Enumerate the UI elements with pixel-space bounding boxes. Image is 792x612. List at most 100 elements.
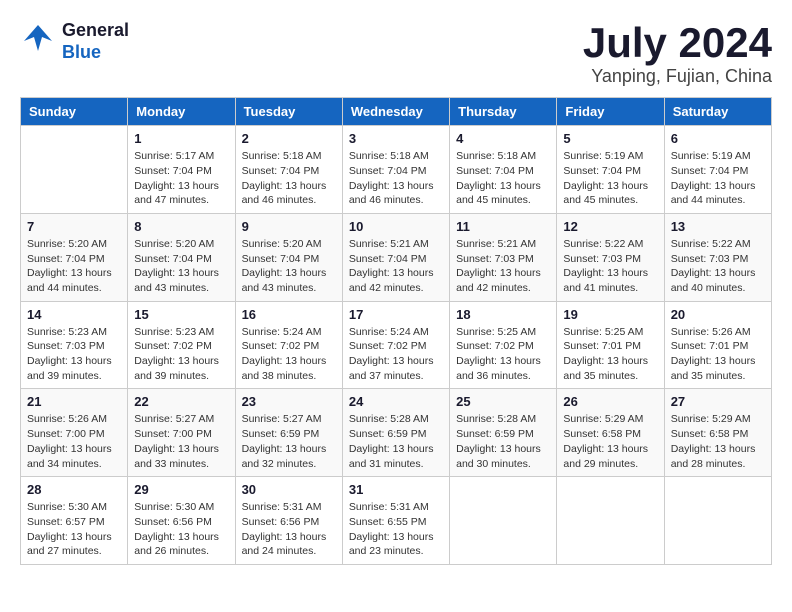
day-number: 27 — [671, 394, 765, 409]
location-title: Yanping, Fujian, China — [583, 66, 772, 87]
day-number: 6 — [671, 131, 765, 146]
day-cell: 9 Sunrise: 5:20 AM Sunset: 7:04 PM Daylig… — [235, 213, 342, 301]
day-info: Sunrise: 5:22 AM Sunset: 7:03 PM Dayligh… — [671, 237, 765, 296]
day-cell: 17 Sunrise: 5:24 AM Sunset: 7:02 PM Dayli… — [342, 301, 449, 389]
day-info: Sunrise: 5:27 AM Sunset: 7:00 PM Dayligh… — [134, 412, 228, 471]
week-row-2: 7 Sunrise: 5:20 AM Sunset: 7:04 PM Daylig… — [21, 213, 772, 301]
day-number: 25 — [456, 394, 550, 409]
day-cell: 11 Sunrise: 5:21 AM Sunset: 7:03 PM Dayli… — [450, 213, 557, 301]
day-number: 7 — [27, 219, 121, 234]
logo-text: General Blue — [62, 20, 129, 63]
day-cell: 27 Sunrise: 5:29 AM Sunset: 6:58 PM Dayli… — [664, 389, 771, 477]
day-number: 22 — [134, 394, 228, 409]
day-cell: 10 Sunrise: 5:21 AM Sunset: 7:04 PM Dayli… — [342, 213, 449, 301]
day-cell: 28Sunrise: 5:30 AM Sunset: 6:57 PM Dayli… — [21, 477, 128, 565]
day-number: 18 — [456, 307, 550, 322]
week-row-4: 21 Sunrise: 5:26 AM Sunset: 7:00 PM Dayli… — [21, 389, 772, 477]
day-info: Sunrise: 5:26 AM Sunset: 7:00 PM Dayligh… — [27, 412, 121, 471]
day-info: Sunrise: 5:27 AM Sunset: 6:59 PM Dayligh… — [242, 412, 336, 471]
day-cell: 22 Sunrise: 5:27 AM Sunset: 7:00 PM Dayli… — [128, 389, 235, 477]
day-info: Sunrise: 5:18 AM Sunset: 7:04 PM Dayligh… — [349, 149, 443, 208]
day-cell: 12 Sunrise: 5:22 AM Sunset: 7:03 PM Dayli… — [557, 213, 664, 301]
day-info: Sunrise: 5:23 AM Sunset: 7:03 PM Dayligh… — [27, 325, 121, 384]
day-number: 9 — [242, 219, 336, 234]
day-cell: 1 Sunrise: 5:17 AM Sunset: 7:04 PM Daylig… — [128, 126, 235, 214]
week-row-3: 14 Sunrise: 5:23 AM Sunset: 7:03 PM Dayli… — [21, 301, 772, 389]
week-row-5: 28Sunrise: 5:30 AM Sunset: 6:57 PM Dayli… — [21, 477, 772, 565]
day-cell: 4Sunrise: 5:18 AM Sunset: 7:04 PM Daylig… — [450, 126, 557, 214]
day-number: 29 — [134, 482, 228, 497]
day-cell: 23 Sunrise: 5:27 AM Sunset: 6:59 PM Dayli… — [235, 389, 342, 477]
day-number: 21 — [27, 394, 121, 409]
day-info: Sunrise: 5:28 AM Sunset: 6:59 PM Dayligh… — [349, 412, 443, 471]
day-number: 24 — [349, 394, 443, 409]
day-cell: 8Sunrise: 5:20 AM Sunset: 7:04 PM Daylig… — [128, 213, 235, 301]
day-cell: 6 Sunrise: 5:19 AM Sunset: 7:04 PM Daylig… — [664, 126, 771, 214]
day-cell: 3 Sunrise: 5:18 AM Sunset: 7:04 PM Daylig… — [342, 126, 449, 214]
day-info: Sunrise: 5:18 AM Sunset: 7:04 PM Dayligh… — [242, 149, 336, 208]
day-info: Sunrise: 5:29 AM Sunset: 6:58 PM Dayligh… — [671, 412, 765, 471]
day-number: 1 — [134, 131, 228, 146]
day-info: Sunrise: 5:24 AM Sunset: 7:02 PM Dayligh… — [349, 325, 443, 384]
day-number: 3 — [349, 131, 443, 146]
header-cell-friday: Friday — [557, 98, 664, 126]
logo-general: General — [62, 20, 129, 42]
day-cell: 16 Sunrise: 5:24 AM Sunset: 7:02 PM Dayli… — [235, 301, 342, 389]
day-number: 23 — [242, 394, 336, 409]
day-cell — [557, 477, 664, 565]
day-cell: 21 Sunrise: 5:26 AM Sunset: 7:00 PM Dayli… — [21, 389, 128, 477]
day-number: 14 — [27, 307, 121, 322]
day-number: 4 — [456, 131, 550, 146]
day-info: Sunrise: 5:19 AM Sunset: 7:04 PM Dayligh… — [563, 149, 657, 208]
day-cell: 25Sunrise: 5:28 AM Sunset: 6:59 PM Dayli… — [450, 389, 557, 477]
day-number: 17 — [349, 307, 443, 322]
header-cell-thursday: Thursday — [450, 98, 557, 126]
day-info: Sunrise: 5:19 AM Sunset: 7:04 PM Dayligh… — [671, 149, 765, 208]
header-cell-saturday: Saturday — [664, 98, 771, 126]
day-info: Sunrise: 5:23 AM Sunset: 7:02 PM Dayligh… — [134, 325, 228, 384]
day-info: Sunrise: 5:25 AM Sunset: 7:01 PM Dayligh… — [563, 325, 657, 384]
day-info: Sunrise: 5:17 AM Sunset: 7:04 PM Dayligh… — [134, 149, 228, 208]
header-cell-monday: Monday — [128, 98, 235, 126]
day-cell: 18 Sunrise: 5:25 AM Sunset: 7:02 PM Dayli… — [450, 301, 557, 389]
day-number: 16 — [242, 307, 336, 322]
header-cell-sunday: Sunday — [21, 98, 128, 126]
day-info: Sunrise: 5:21 AM Sunset: 7:04 PM Dayligh… — [349, 237, 443, 296]
day-info: Sunrise: 5:22 AM Sunset: 7:03 PM Dayligh… — [563, 237, 657, 296]
header-cell-wednesday: Wednesday — [342, 98, 449, 126]
day-info: Sunrise: 5:20 AM Sunset: 7:04 PM Dayligh… — [242, 237, 336, 296]
day-info: Sunrise: 5:20 AM Sunset: 7:04 PM Dayligh… — [27, 237, 121, 296]
logo: General Blue — [20, 20, 129, 63]
day-info: Sunrise: 5:21 AM Sunset: 7:03 PM Dayligh… — [456, 237, 550, 296]
week-row-1: 1 Sunrise: 5:17 AM Sunset: 7:04 PM Daylig… — [21, 126, 772, 214]
day-info: Sunrise: 5:25 AM Sunset: 7:02 PM Dayligh… — [456, 325, 550, 384]
day-cell: 5 Sunrise: 5:19 AM Sunset: 7:04 PM Daylig… — [557, 126, 664, 214]
day-info: Sunrise: 5:29 AM Sunset: 6:58 PM Dayligh… — [563, 412, 657, 471]
day-number: 26 — [563, 394, 657, 409]
day-cell: 19 Sunrise: 5:25 AM Sunset: 7:01 PM Dayli… — [557, 301, 664, 389]
day-number: 30 — [242, 482, 336, 497]
day-cell: 7 Sunrise: 5:20 AM Sunset: 7:04 PM Daylig… — [21, 213, 128, 301]
day-cell: 13Sunrise: 5:22 AM Sunset: 7:03 PM Dayli… — [664, 213, 771, 301]
day-number: 19 — [563, 307, 657, 322]
day-number: 31 — [349, 482, 443, 497]
day-number: 10 — [349, 219, 443, 234]
title-area: July 2024 Yanping, Fujian, China — [583, 20, 772, 87]
day-info: Sunrise: 5:30 AM Sunset: 6:57 PM Dayligh… — [27, 500, 121, 559]
day-cell: 2 Sunrise: 5:18 AM Sunset: 7:04 PM Daylig… — [235, 126, 342, 214]
day-info: Sunrise: 5:30 AM Sunset: 6:56 PM Dayligh… — [134, 500, 228, 559]
header-row: SundayMondayTuesdayWednesdayThursdayFrid… — [21, 98, 772, 126]
day-info: Sunrise: 5:20 AM Sunset: 7:04 PM Dayligh… — [134, 237, 228, 296]
header: General Blue July 2024 Yanping, Fujian, … — [20, 20, 772, 87]
day-cell: 24 Sunrise: 5:28 AM Sunset: 6:59 PM Dayli… — [342, 389, 449, 477]
logo-bird-icon — [20, 21, 56, 62]
day-info: Sunrise: 5:31 AM Sunset: 6:56 PM Dayligh… — [242, 500, 336, 559]
day-cell: 30 Sunrise: 5:31 AM Sunset: 6:56 PM Dayli… — [235, 477, 342, 565]
calendar-table: SundayMondayTuesdayWednesdayThursdayFrid… — [20, 97, 772, 565]
day-info: Sunrise: 5:31 AM Sunset: 6:55 PM Dayligh… — [349, 500, 443, 559]
day-number: 12 — [563, 219, 657, 234]
day-info: Sunrise: 5:24 AM Sunset: 7:02 PM Dayligh… — [242, 325, 336, 384]
day-number: 2 — [242, 131, 336, 146]
day-number: 5 — [563, 131, 657, 146]
day-number: 11 — [456, 219, 550, 234]
